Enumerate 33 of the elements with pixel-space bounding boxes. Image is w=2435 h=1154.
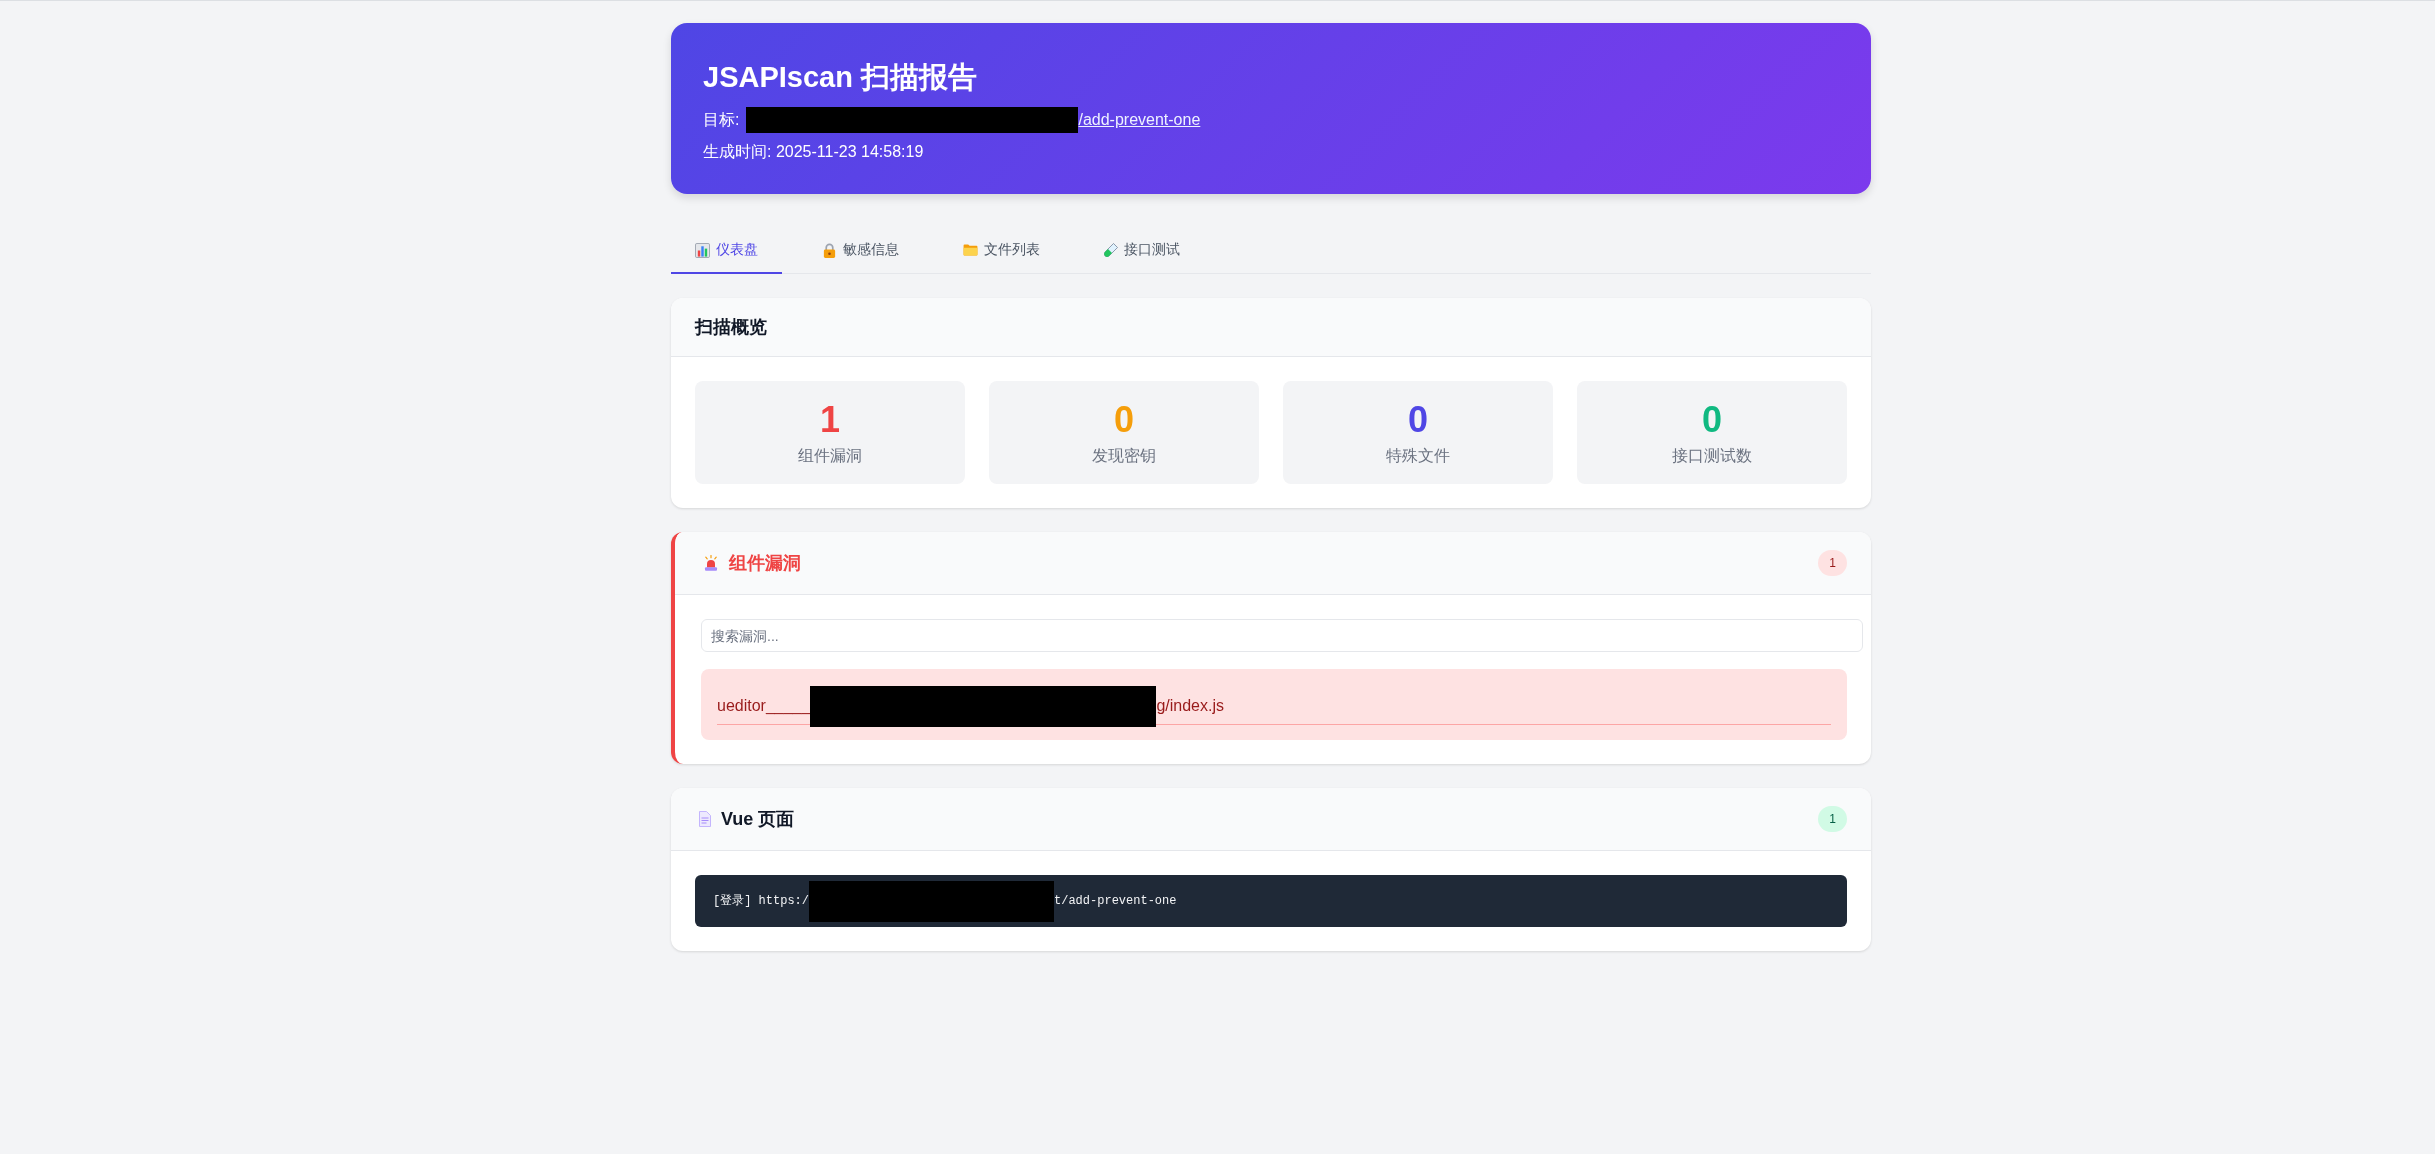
siren-icon — [703, 555, 719, 571]
target-link[interactable]: /add-prevent-one — [1078, 108, 1201, 132]
search-field[interactable]: 搜索漏洞... — [701, 619, 1863, 652]
count-badge: 1 — [1818, 550, 1847, 576]
stat-value: 0 — [1701, 398, 1723, 441]
test-tube-icon — [1104, 243, 1118, 257]
card-title: Vue 页面 — [721, 808, 795, 830]
stat-label: 接口测试数 — [1671, 446, 1753, 466]
generated-time: 生成时间: 2025-11-23 14:58:19 — [703, 142, 925, 162]
tab[interactable]: 接口测试 — [1080, 228, 1204, 274]
folder-icon — [963, 244, 978, 256]
document-icon — [699, 811, 711, 827]
report-title: JSAPIscan 扫描报告 — [703, 60, 978, 95]
card-title: 组件漏洞 — [729, 552, 801, 574]
bar-chart-icon — [695, 242, 710, 258]
vulnerability-item[interactable]: ueditor_____ g/index.js — [701, 669, 1847, 740]
stat-value: 0 — [1407, 398, 1429, 441]
file-path-text: g/index.js — [1156, 696, 1224, 716]
stat-label: 组件漏洞 — [797, 446, 863, 466]
page-url-text: [登录] https:/ — [713, 893, 809, 910]
stat-label: 特殊文件 — [1385, 446, 1451, 466]
tab[interactable]: 仪表盘 — [671, 228, 782, 274]
stat-label: 发现密钥 — [1091, 446, 1157, 466]
target-label: 目标: — [703, 110, 740, 130]
file-path-text: ueditor_____ — [717, 696, 811, 717]
tab[interactable]: 文件列表 — [939, 228, 1064, 274]
lock-icon — [822, 242, 837, 258]
count-badge: 1 — [1818, 806, 1847, 832]
card-title: 扫描概览 — [695, 316, 767, 338]
stat-value: 1 — [819, 398, 841, 441]
stat-value: 0 — [1113, 398, 1135, 441]
page-url-text: t/add-prevent-one — [1054, 893, 1177, 910]
tab[interactable]: 敏感信息 — [798, 228, 923, 274]
